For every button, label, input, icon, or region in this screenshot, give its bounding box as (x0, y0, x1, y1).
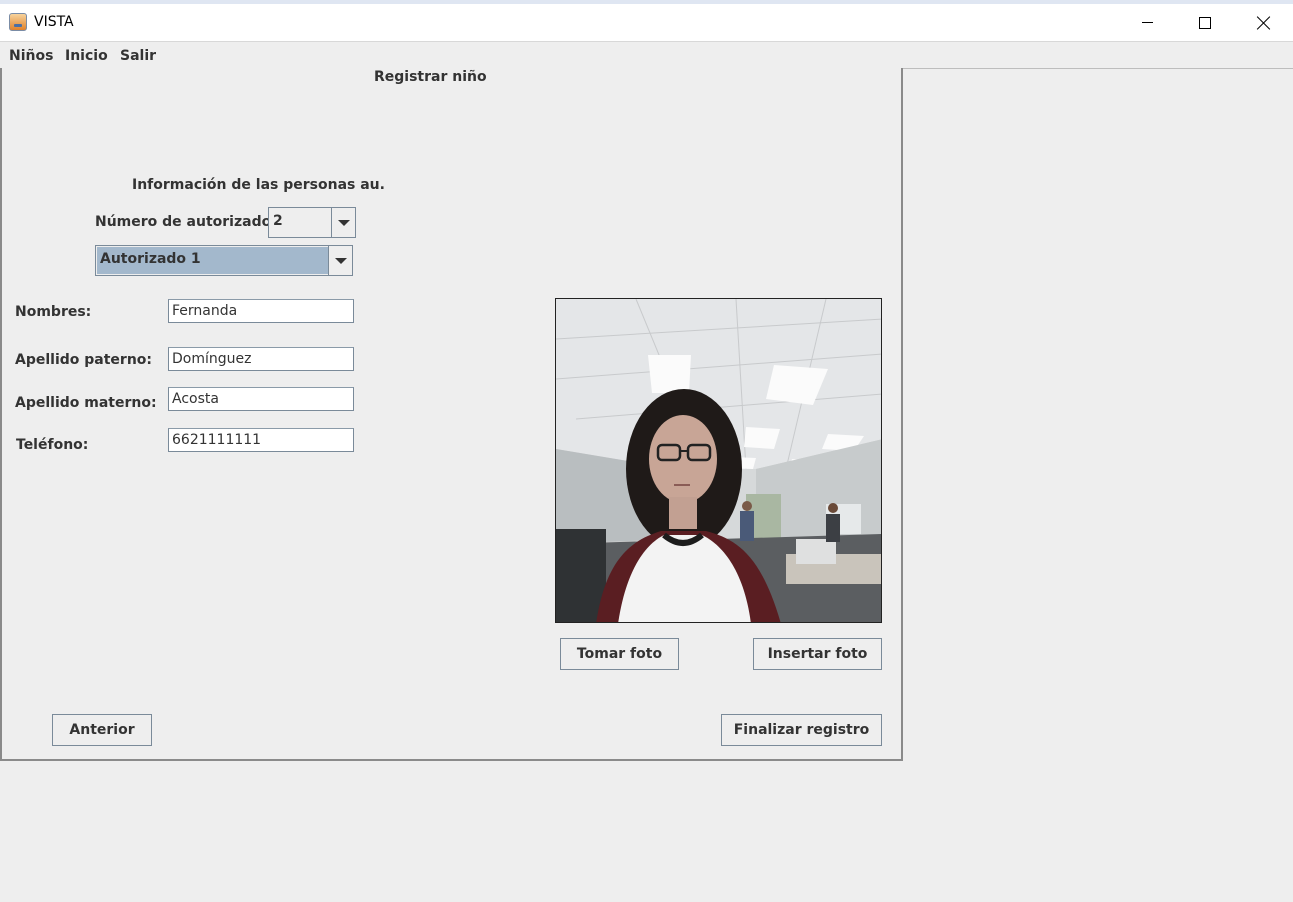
webcam-photo-image (556, 299, 881, 622)
authorized-count-value: 2 (273, 213, 283, 229)
form-title: Registrar niño (374, 69, 487, 85)
authorized-count-select[interactable]: 2 (268, 207, 356, 238)
menu-inicio[interactable]: Inicio (65, 48, 108, 64)
finish-registration-button[interactable]: Finalizar registro (721, 714, 882, 746)
previous-button[interactable]: Anterior (52, 714, 152, 746)
apellido-paterno-label: Apellido paterno: (15, 352, 153, 368)
menu-salir[interactable]: Salir (120, 48, 156, 64)
minimize-button[interactable] (1118, 4, 1176, 41)
title-bar: VISTA (0, 4, 1293, 41)
authorized-person-value: Autorizado 1 (100, 251, 201, 267)
nombres-label: Nombres: (15, 304, 92, 320)
apellido-materno-label: Apellido materno: (15, 395, 157, 411)
authorized-person-select[interactable]: Autorizado 1 (95, 245, 353, 276)
menu-bar: Niños Inicio Salir (0, 41, 1293, 69)
menu-ninos[interactable]: Niños (9, 48, 53, 64)
window-title: VISTA (34, 14, 74, 30)
close-button[interactable] (1235, 4, 1293, 41)
minimize-icon (1141, 22, 1153, 23)
chevron-down-icon (337, 219, 350, 226)
maximize-button[interactable] (1176, 4, 1234, 41)
nombres-input[interactable] (168, 299, 354, 323)
authorized-count-label: Número de autorizados: (95, 214, 286, 230)
apellido-paterno-input[interactable] (168, 347, 354, 371)
java-cup-icon (9, 13, 27, 31)
close-icon (1257, 16, 1271, 30)
telefono-input[interactable] (168, 428, 354, 452)
section-title: Información de las personas au. (132, 177, 385, 193)
apellido-materno-input[interactable] (168, 387, 354, 411)
insert-photo-button[interactable]: Insertar foto (753, 638, 882, 670)
authorized-count-dropdown-button[interactable] (331, 208, 355, 237)
authorized-person-dropdown-button[interactable] (328, 246, 352, 275)
maximize-icon (1199, 16, 1211, 29)
take-photo-button[interactable]: Tomar foto (560, 638, 679, 670)
telefono-label: Teléfono: (16, 437, 89, 453)
chevron-down-icon (334, 257, 347, 264)
webcam-photo (555, 298, 882, 623)
